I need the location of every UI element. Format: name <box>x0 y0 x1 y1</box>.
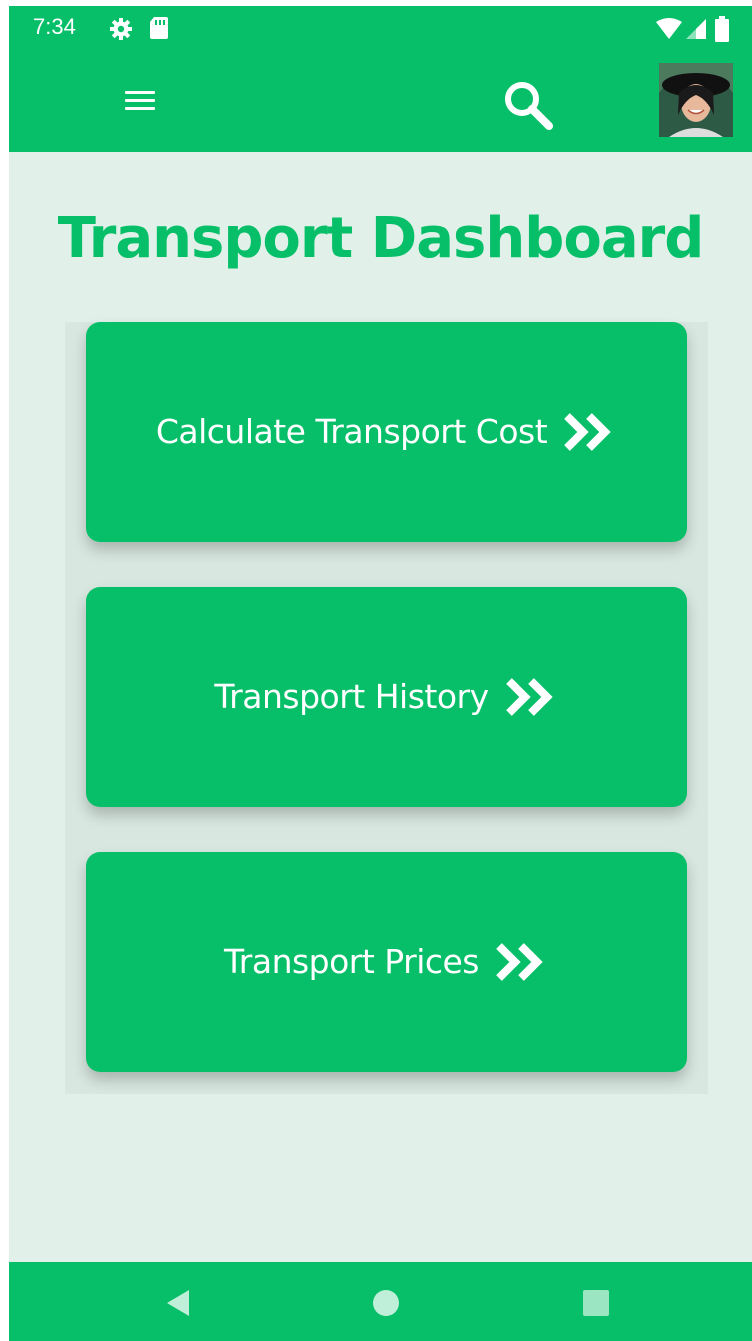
transport-prices-button[interactable]: Transport Prices <box>86 852 687 1072</box>
transport-history-button[interactable]: Transport History <box>86 587 687 807</box>
hamburger-menu-icon[interactable] <box>119 85 161 117</box>
user-avatar[interactable] <box>659 63 733 137</box>
calculate-transport-cost-button[interactable]: Calculate Transport Cost <box>86 322 687 542</box>
cards-panel: Calculate Transport Cost Transport Histo… <box>65 322 708 1094</box>
card-label: Transport Prices <box>223 942 480 981</box>
status-time: 7:34 <box>33 14 76 39</box>
double-chevron-right-icon <box>496 943 543 981</box>
gear-icon <box>110 18 132 40</box>
cell-signal-icon <box>686 19 706 39</box>
back-triangle-icon[interactable] <box>161 1286 195 1320</box>
app-toolbar <box>9 50 752 152</box>
search-icon[interactable] <box>497 74 557 134</box>
home-circle-icon[interactable] <box>369 1286 403 1320</box>
double-chevron-right-icon <box>505 678 553 716</box>
sd-card-icon <box>150 17 168 39</box>
battery-icon <box>715 16 729 42</box>
status-bar: 7:34 <box>9 6 752 50</box>
card-label: Transport History <box>214 677 489 716</box>
app-screen: 7:34 Transport Dashboard Calculate Trans… <box>9 6 752 1341</box>
recents-square-icon[interactable] <box>579 1286 613 1320</box>
avatar-photo <box>659 63 733 137</box>
double-chevron-right-icon <box>564 413 611 451</box>
system-nav-bar <box>9 1262 752 1341</box>
card-label: Calculate Transport Cost <box>155 412 548 451</box>
page-title: Transport Dashboard <box>57 206 705 271</box>
wifi-icon <box>656 18 682 39</box>
